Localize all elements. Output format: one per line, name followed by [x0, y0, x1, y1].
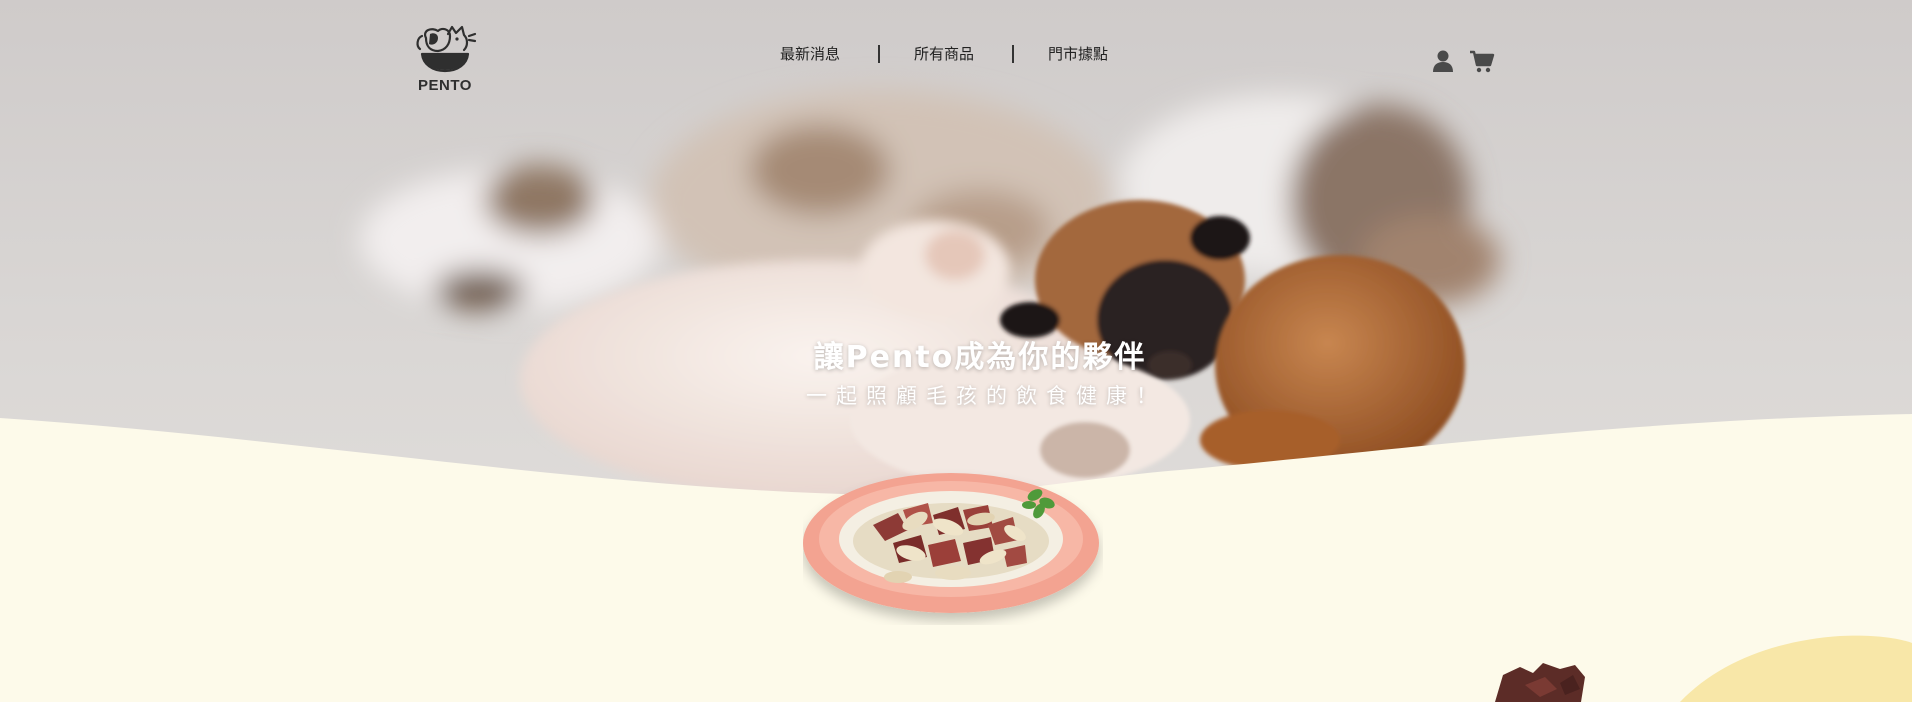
user-icon	[1433, 50, 1453, 72]
food-plate-image	[803, 473, 1099, 613]
hero-headline: 讓Pento成為你的夥伴	[0, 332, 1912, 376]
main-nav: 最新消息 所有商品 門市據點	[0, 42, 1912, 66]
nav-separator	[878, 45, 880, 63]
site-header: PENTO 最新消息 所有商品 門市據點	[0, 0, 1912, 110]
hero-subheadline-text: 一起照顧毛孩的飲食健康！	[806, 384, 1166, 408]
nav-separator	[1012, 45, 1014, 63]
nav-item-store-locations[interactable]: 門市據點	[1048, 42, 1108, 66]
nav-item-all-products[interactable]: 所有商品	[914, 42, 974, 66]
hero-subheadline: 一起照顧毛孩的飲食健康！	[0, 380, 1912, 410]
hero-section: PENTO 最新消息 所有商品 門市據點 讓Pento成為你的夥伴 一起照顧毛孩…	[0, 0, 1912, 702]
treat-image	[1495, 663, 1585, 702]
shopping-cart-icon	[1470, 50, 1495, 73]
cart-button[interactable]	[1469, 48, 1495, 74]
logo-text: PENTO	[418, 77, 472, 94]
hero-headline-text: 讓Pento成為你的夥伴	[813, 340, 1147, 375]
account-button[interactable]	[1430, 48, 1456, 74]
nav-item-latest-news[interactable]: 最新消息	[780, 42, 840, 66]
